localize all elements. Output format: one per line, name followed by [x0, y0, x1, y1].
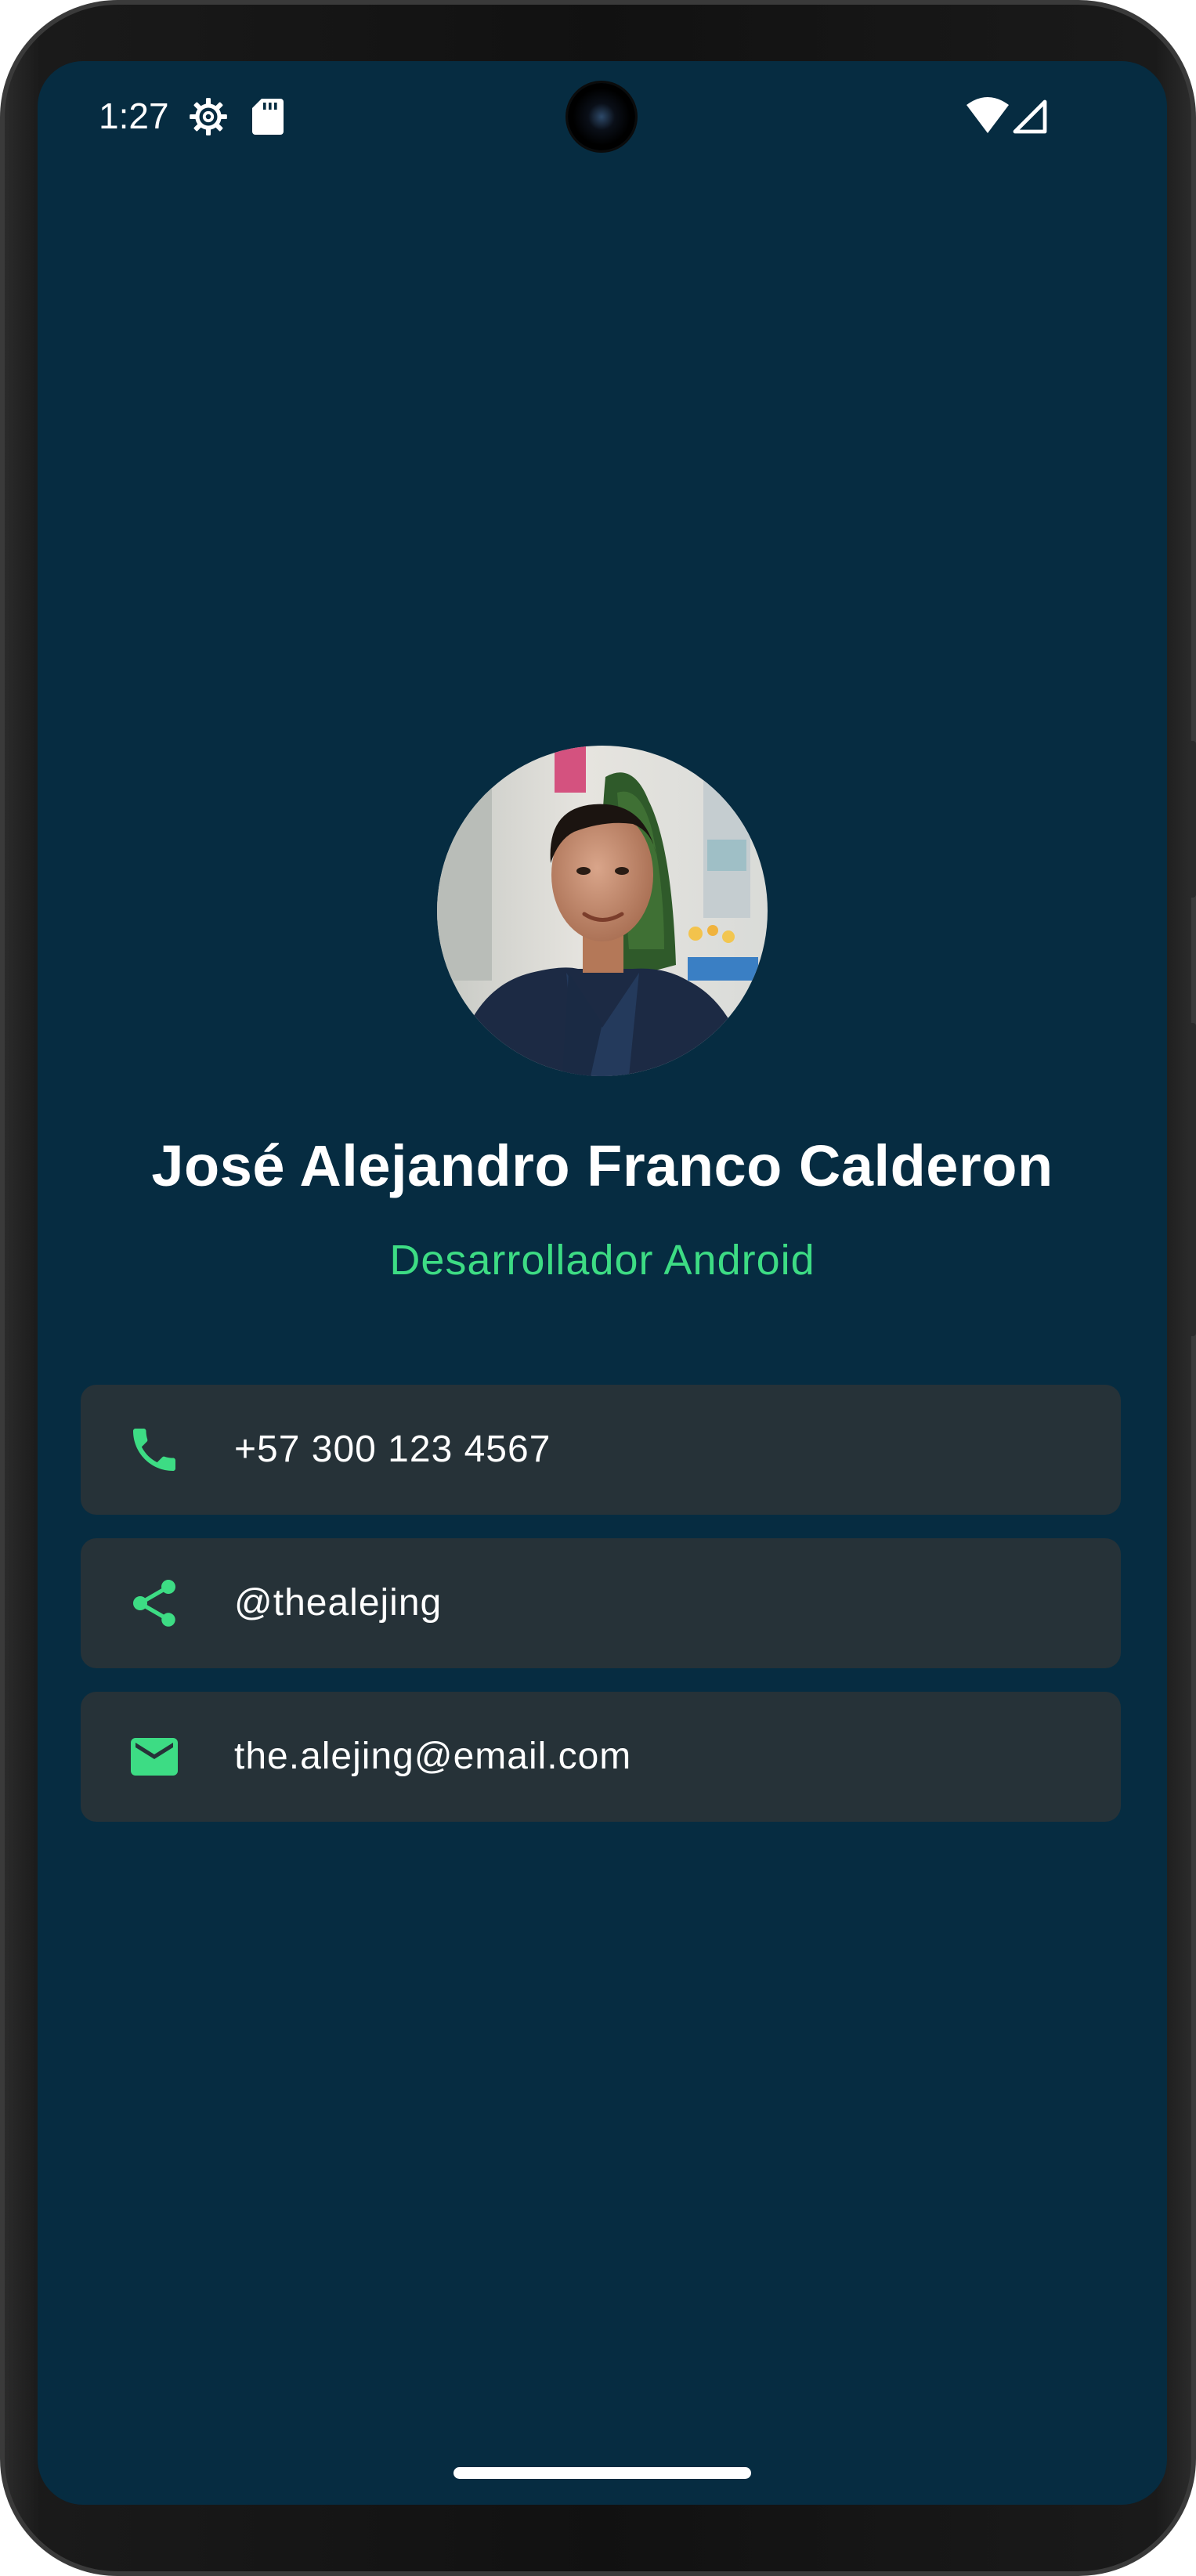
- app-screen: 1:27 José Alejandro Franco Calderon Desa…: [38, 61, 1167, 2505]
- status-time: 1:27: [99, 96, 169, 136]
- sd-card-icon: [252, 99, 284, 135]
- profile-photo: [437, 746, 768, 1076]
- gesture-nav-handle[interactable]: [453, 2467, 751, 2479]
- phone-icon: [133, 1429, 175, 1471]
- cell-signal-icon: [1013, 99, 1047, 134]
- profile-name: José Alejandro Franco Calderon: [151, 1133, 1053, 1198]
- contact-card-phone[interactable]: +57 300 123 4567: [81, 1385, 1121, 1515]
- share-icon: [133, 1580, 175, 1627]
- volume-button: [1188, 1023, 1196, 1336]
- profile-role: Desarrollador Android: [389, 1237, 815, 1284]
- social-handle: @thealejing: [234, 1582, 443, 1624]
- wifi-icon: [967, 97, 1009, 133]
- power-button: [1188, 741, 1196, 898]
- email-icon: [131, 1738, 178, 1776]
- email-address: the.alejing@email.com: [234, 1736, 632, 1777]
- contact-card-social[interactable]: @thealejing: [81, 1538, 1121, 1668]
- contact-card-email[interactable]: the.alejing@email.com: [81, 1692, 1121, 1822]
- front-camera: [568, 83, 635, 150]
- settings-gear-icon: [190, 98, 227, 135]
- phone-number: +57 300 123 4567: [234, 1429, 551, 1470]
- phone-frame: 1:27 José Alejandro Franco Calderon Desa…: [0, 0, 1196, 2576]
